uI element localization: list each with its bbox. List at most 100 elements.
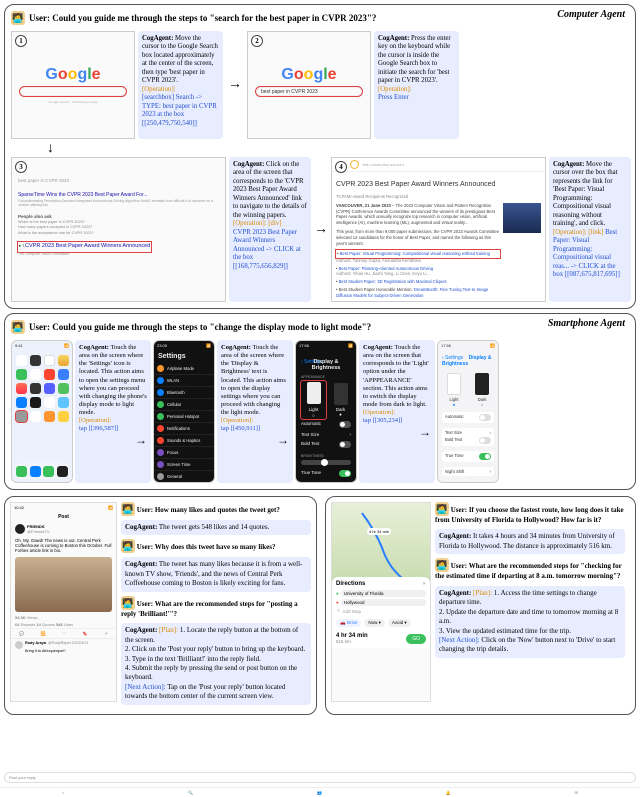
user-avatar-icon: 🧑‍💻 xyxy=(121,502,135,516)
dark-option[interactable]: Dark ● xyxy=(330,381,351,419)
dock-camera-icon[interactable] xyxy=(57,466,68,477)
arrow-icon: ↓ xyxy=(47,141,54,157)
panel-smartphone-agent: Smartphone Agent 🧑‍💻 User: Could you gui… xyxy=(4,313,636,490)
user-avatar-icon: 🧑‍💻 xyxy=(435,502,449,516)
result-link[interactable]: ▸ I.CVPR 2023 Best Paper Award Winners A… xyxy=(18,242,151,252)
avoid-chip[interactable]: Avoid ▾ xyxy=(388,619,411,627)
app-icon[interactable] xyxy=(44,411,55,422)
to-field[interactable]: Hollywood xyxy=(341,599,426,606)
add-stop[interactable]: Add Stop xyxy=(343,609,362,614)
step-num: 3 xyxy=(15,161,27,173)
tweet-image xyxy=(15,557,112,612)
settings-item[interactable]: Cellular xyxy=(154,399,214,411)
search-input[interactable] xyxy=(20,87,126,96)
settings-item[interactable]: WLAN xyxy=(154,375,214,387)
screenshot-google-typed: 2 Google best paper in CVPR 2023 xyxy=(247,31,371,139)
google-logo: Google xyxy=(12,66,134,84)
settings-item[interactable]: Bluetooth xyxy=(154,387,214,399)
app-icon[interactable] xyxy=(58,355,69,366)
retweet-icon[interactable]: 🔁 xyxy=(41,631,46,636)
app-icon[interactable] xyxy=(44,369,55,380)
app-icon[interactable] xyxy=(16,369,27,380)
bottom-row: 10:42📶 Post FRIENDS@FriendsTV Oh. My. Ga… xyxy=(0,494,640,719)
app-icon[interactable] xyxy=(16,355,27,366)
app-icon[interactable] xyxy=(44,355,55,366)
search-icon[interactable]: 🔍 xyxy=(188,790,193,795)
panel-map: 4 hr 34 min Directions ✕ ●University of … xyxy=(325,496,636,715)
settings-icon[interactable] xyxy=(16,411,27,422)
home-icon[interactable]: ⌂ xyxy=(62,790,64,795)
from-field[interactable]: University of Florida xyxy=(341,590,426,597)
go-button[interactable]: GO xyxy=(406,634,426,644)
settings-item[interactable]: Airplane Mode xyxy=(154,363,214,375)
settings-item[interactable]: Notifications xyxy=(154,423,214,435)
dock-safari-icon[interactable] xyxy=(30,466,41,477)
settings-item[interactable]: Screen Time xyxy=(154,459,214,471)
app-icon[interactable] xyxy=(58,411,69,422)
tweet-screenshot: 10:42📶 Post FRIENDS@FriendsTV Oh. My. Ga… xyxy=(10,502,117,702)
steps-row-1: 1 Google Google Search I'm Feeling Lucky… xyxy=(11,31,629,139)
user-avatar-icon: 🧑‍💻 xyxy=(435,558,449,572)
settings-item[interactable]: Personal Hotspot xyxy=(154,411,214,423)
dock-phone-icon[interactable] xyxy=(16,466,27,477)
settings-item[interactable]: General xyxy=(154,471,214,483)
phone-settings: 23:05📶 Settings Airplane Mode WLAN Bluet… xyxy=(153,340,215,483)
app-icon[interactable] xyxy=(16,397,27,408)
app-icon[interactable] xyxy=(58,369,69,380)
phone-display-light: 17:56📶 ‹ Settings Display & Brightness L… xyxy=(437,340,499,483)
step-num: 4 xyxy=(335,161,347,173)
phone-display-dark: 17:56📶 ‹ Settings Display & Brightness A… xyxy=(295,340,357,483)
callout-2: CogAgent: Press the enter key on the key… xyxy=(374,31,459,139)
app-icon[interactable] xyxy=(44,397,55,408)
app-icon[interactable] xyxy=(44,383,55,394)
app-icon[interactable] xyxy=(30,355,41,366)
automatic-toggle[interactable] xyxy=(479,414,491,421)
truetone-toggle[interactable] xyxy=(339,470,351,477)
like-icon[interactable]: ♡ xyxy=(62,631,66,636)
panel-title: Smartphone Agent xyxy=(548,318,625,329)
smartphone-steps: 9:41📶 xyxy=(11,340,629,483)
app-icon[interactable] xyxy=(58,397,69,408)
phone-home: 9:41📶 xyxy=(11,340,73,483)
conference-photo xyxy=(503,203,541,233)
app-icon[interactable] xyxy=(30,411,41,422)
reply-input[interactable]: Post your reply xyxy=(4,772,636,783)
truetone-toggle[interactable] xyxy=(479,453,491,460)
best-paper-link[interactable]: • Best Paper: Visual Programming: Compos… xyxy=(336,250,500,258)
screenshot-google-home: 1 Google Google Search I'm Feeling Lucky xyxy=(11,31,135,139)
bookmark-icon[interactable]: 🔖 xyxy=(83,631,88,636)
mail-icon[interactable]: ✉ xyxy=(575,790,578,795)
app-icon[interactable] xyxy=(16,383,27,394)
app-icon[interactable] xyxy=(58,383,69,394)
drive-chip[interactable]: 🚗 Drive xyxy=(336,619,361,627)
user-avatar-icon: 🧑‍💻 xyxy=(121,539,135,553)
automatic-toggle[interactable] xyxy=(339,421,351,428)
light-option[interactable]: Light● xyxy=(442,373,466,407)
screenshot-cvpr-page: 4 THE COMPUTER SOCIETY CVPR 2023 Best Pa… xyxy=(331,157,546,302)
settings-item[interactable]: Focus xyxy=(154,447,214,459)
app-icon[interactable] xyxy=(30,369,41,380)
communities-icon[interactable]: 👥 xyxy=(317,790,322,795)
bold-toggle[interactable] xyxy=(339,441,351,448)
panel-computer-agent: Computer Agent 🧑‍💻 User: Could you guide… xyxy=(4,4,636,309)
bold-toggle[interactable] xyxy=(479,437,491,444)
callout-settings: CogAgent: Touch the area on the screen w… xyxy=(75,340,151,483)
steps-row-2: 3 best paper in CVPR 2023 SparseTime Win… xyxy=(11,157,629,302)
screenshot-google-results: 3 best paper in CVPR 2023 SparseTime Win… xyxy=(11,157,226,302)
app-icon[interactable] xyxy=(30,397,41,408)
close-icon[interactable]: ✕ xyxy=(422,581,426,587)
user-question-row: 🧑‍💻 User: Could you guide me through the… xyxy=(11,320,629,334)
user-question-row: 🧑‍💻 User: Could you guide me through the… xyxy=(11,11,629,25)
notif-icon[interactable]: 🔔 xyxy=(446,790,451,795)
now-chip[interactable]: Now ▾ xyxy=(364,619,385,627)
light-option[interactable]: Light ○ xyxy=(301,381,326,419)
share-icon[interactable]: ↗ xyxy=(104,631,107,636)
dark-option[interactable]: Dark○ xyxy=(470,373,494,407)
reply-icon[interactable]: 💬 xyxy=(19,631,24,636)
dock-messages-icon[interactable] xyxy=(43,466,54,477)
search-input[interactable]: best paper in CVPR 2023 xyxy=(256,87,362,96)
settings-item[interactable]: Sounds & Haptics xyxy=(154,435,214,447)
app-icon[interactable] xyxy=(30,383,41,394)
panel-tweet: 10:42📶 Post FRIENDS@FriendsTV Oh. My. Ga… xyxy=(4,496,317,715)
panel-title: Computer Agent xyxy=(557,9,625,20)
